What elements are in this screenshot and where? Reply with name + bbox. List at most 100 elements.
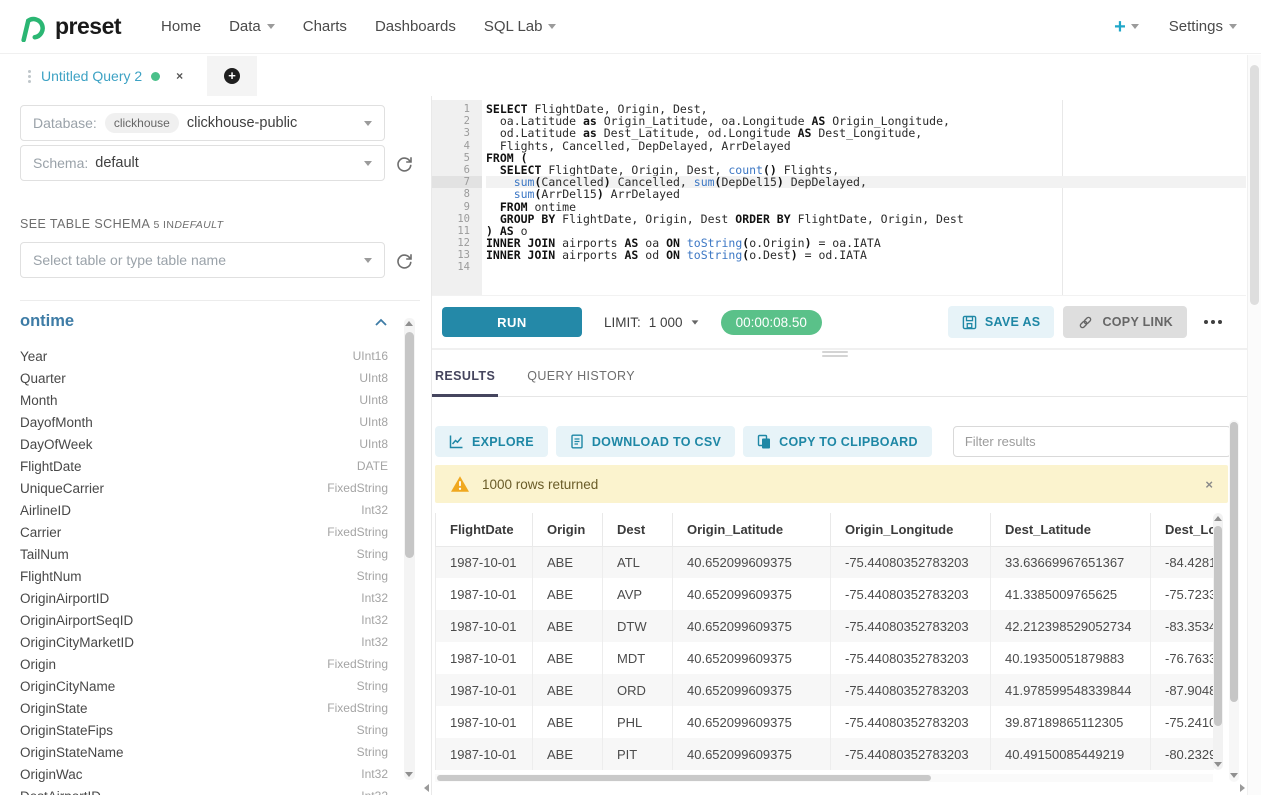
tab-query-history[interactable]: QUERY HISTORY — [524, 369, 638, 396]
cell: 1987-10-01 — [436, 546, 533, 578]
column-header[interactable]: Origin — [533, 513, 603, 546]
close-alert-icon[interactable]: × — [1205, 477, 1213, 492]
close-tab-icon[interactable]: × — [176, 69, 183, 83]
line-number: 14 — [432, 261, 482, 273]
more-options-icon[interactable] — [1204, 320, 1222, 324]
column-type: Int32 — [361, 767, 388, 781]
drag-handle-icon[interactable] — [28, 70, 31, 83]
column-header[interactable]: Origin_Latitude — [673, 513, 831, 546]
schema-value: default — [95, 155, 139, 171]
cell: 1987-10-01 — [436, 706, 533, 738]
nav-right: + Settings — [1114, 17, 1261, 37]
results-header-row: FlightDateOriginDestOrigin_LatitudeOrigi… — [436, 513, 1214, 546]
cell: ABE — [533, 738, 603, 770]
limit-dropdown[interactable]: LIMIT: 1 000 — [604, 315, 699, 330]
cell: PHL — [603, 706, 673, 738]
table-horizontal-scrollbar[interactable] — [435, 774, 1213, 782]
column-type: UInt16 — [353, 349, 388, 363]
table-schema-header[interactable]: ontime — [20, 312, 388, 331]
database-label: Database: — [33, 115, 97, 131]
tab-untitled-query[interactable]: Untitled Query 2 × — [20, 56, 207, 96]
collapse-icon[interactable] — [374, 317, 388, 327]
column-name: UniqueCarrier — [20, 481, 104, 496]
column-name: AirlineID — [20, 503, 71, 518]
database-value: clickhouse-public — [187, 115, 297, 131]
column-row: OriginStateFixedString — [20, 697, 388, 719]
scroll-right-icon[interactable] — [1240, 784, 1245, 792]
settings-menu[interactable]: Settings — [1169, 18, 1237, 35]
scroll-left-icon[interactable] — [424, 784, 429, 792]
new-tab-button[interactable]: + — [207, 56, 257, 96]
cell: 40.652099609375 — [673, 706, 831, 738]
results-table: FlightDateOriginDestOrigin_LatitudeOrigi… — [435, 513, 1223, 770]
nav-item-dashboards[interactable]: Dashboards — [361, 18, 470, 35]
tab-status-dot — [151, 72, 160, 81]
column-type: Int32 — [361, 789, 388, 795]
table-row: 1987-10-01ABEMDT40.652099609375-75.44080… — [436, 642, 1214, 674]
rows-returned-alert: 1000 rows returned × — [435, 465, 1228, 503]
column-header[interactable]: Origin_Longitude — [831, 513, 991, 546]
editor-toolbar: RUN LIMIT: 1 000 00:00:08.50 SAVE AS — [432, 296, 1248, 350]
code-line: Flights, Cancelled, DepDelayed, ArrDelay… — [486, 140, 1246, 152]
new-item-menu[interactable]: + — [1114, 17, 1139, 37]
save-as-button[interactable]: SAVE AS — [948, 306, 1055, 338]
column-header[interactable]: FlightDate — [436, 513, 533, 546]
cell: 40.652099609375 — [673, 738, 831, 770]
column-name: FlightDate — [20, 459, 82, 474]
alert-message: 1000 rows returned — [482, 477, 598, 492]
cell: ABE — [533, 706, 603, 738]
column-name: DestAirportID — [20, 789, 101, 795]
results-tabs: RESULTS QUERY HISTORY — [432, 352, 1248, 397]
line-number: 5 — [432, 152, 482, 164]
top-navbar: preset Home Data ChartsDashboardsSQL Lab +… — [0, 0, 1261, 54]
tab-results[interactable]: RESULTS — [432, 369, 498, 397]
copy-clipboard-button[interactable]: COPY TO CLIPBOARD — [743, 426, 932, 457]
cell: PIT — [603, 738, 673, 770]
copy-link-label: COPY LINK — [1102, 315, 1173, 329]
cell: ORD — [603, 674, 673, 706]
column-row: OriginStateFipsString — [20, 719, 388, 741]
nav-item-home[interactable]: Home — [147, 18, 215, 35]
nav-item-data[interactable]: Data — [215, 18, 289, 35]
explore-button[interactable]: EXPLORE — [435, 426, 548, 457]
cell: -75.72339 — [1151, 578, 1214, 610]
nav-item-label: Data — [229, 18, 261, 35]
chevron-down-icon — [1229, 24, 1237, 29]
nav-item-sql-lab[interactable]: SQL Lab — [470, 18, 571, 35]
cell: ABE — [533, 578, 603, 610]
copy-link-button[interactable]: COPY LINK — [1063, 306, 1187, 338]
column-type: FixedString — [327, 525, 388, 539]
sidebar-scrollbar[interactable] — [404, 318, 415, 780]
database-select[interactable]: Database: clickhouse clickhouse-public — [20, 105, 385, 141]
refresh-schema-icon[interactable] — [394, 153, 414, 173]
table-row: 1987-10-01ABEAVP40.652099609375-75.44080… — [436, 578, 1214, 610]
code-line — [486, 261, 1246, 273]
column-header[interactable]: Dest — [603, 513, 673, 546]
column-type: UInt8 — [359, 393, 388, 407]
cell: ABE — [533, 610, 603, 642]
column-header[interactable]: Dest_Longitude — [1151, 513, 1214, 546]
chevron-down-icon — [364, 161, 372, 166]
cell: ABE — [533, 546, 603, 578]
run-button[interactable]: RUN — [442, 307, 582, 337]
refresh-tables-icon[interactable] — [394, 250, 414, 270]
editor-gutter: 1234567891011121314 — [432, 100, 482, 295]
cell: ATL — [603, 546, 673, 578]
cell: DTW — [603, 610, 673, 642]
window-scrollbar[interactable] — [1247, 55, 1261, 795]
editor-code[interactable]: SELECT FlightDate, Origin, Dest, oa.Lati… — [482, 100, 1246, 295]
sql-editor[interactable]: 1234567891011121314 SELECT FlightDate, O… — [432, 100, 1246, 296]
schema-select[interactable]: Schema: default — [20, 145, 385, 181]
filter-results-input[interactable] — [953, 426, 1231, 457]
results-pane-scrollbar[interactable] — [1229, 420, 1239, 782]
table-select[interactable]: Select table or type table name — [20, 242, 385, 278]
table-vertical-scrollbar[interactable] — [1213, 513, 1223, 770]
preset-logo[interactable]: preset — [18, 12, 121, 42]
table-select-placeholder: Select table or type table name — [33, 252, 226, 268]
cell: -84.42810 — [1151, 546, 1214, 578]
download-csv-button[interactable]: DOWNLOAD TO CSV — [556, 426, 735, 457]
line-number: 1 — [432, 103, 482, 115]
nav-item-charts[interactable]: Charts — [289, 18, 361, 35]
column-header[interactable]: Dest_Latitude — [991, 513, 1151, 546]
line-number: 12 — [432, 237, 482, 249]
